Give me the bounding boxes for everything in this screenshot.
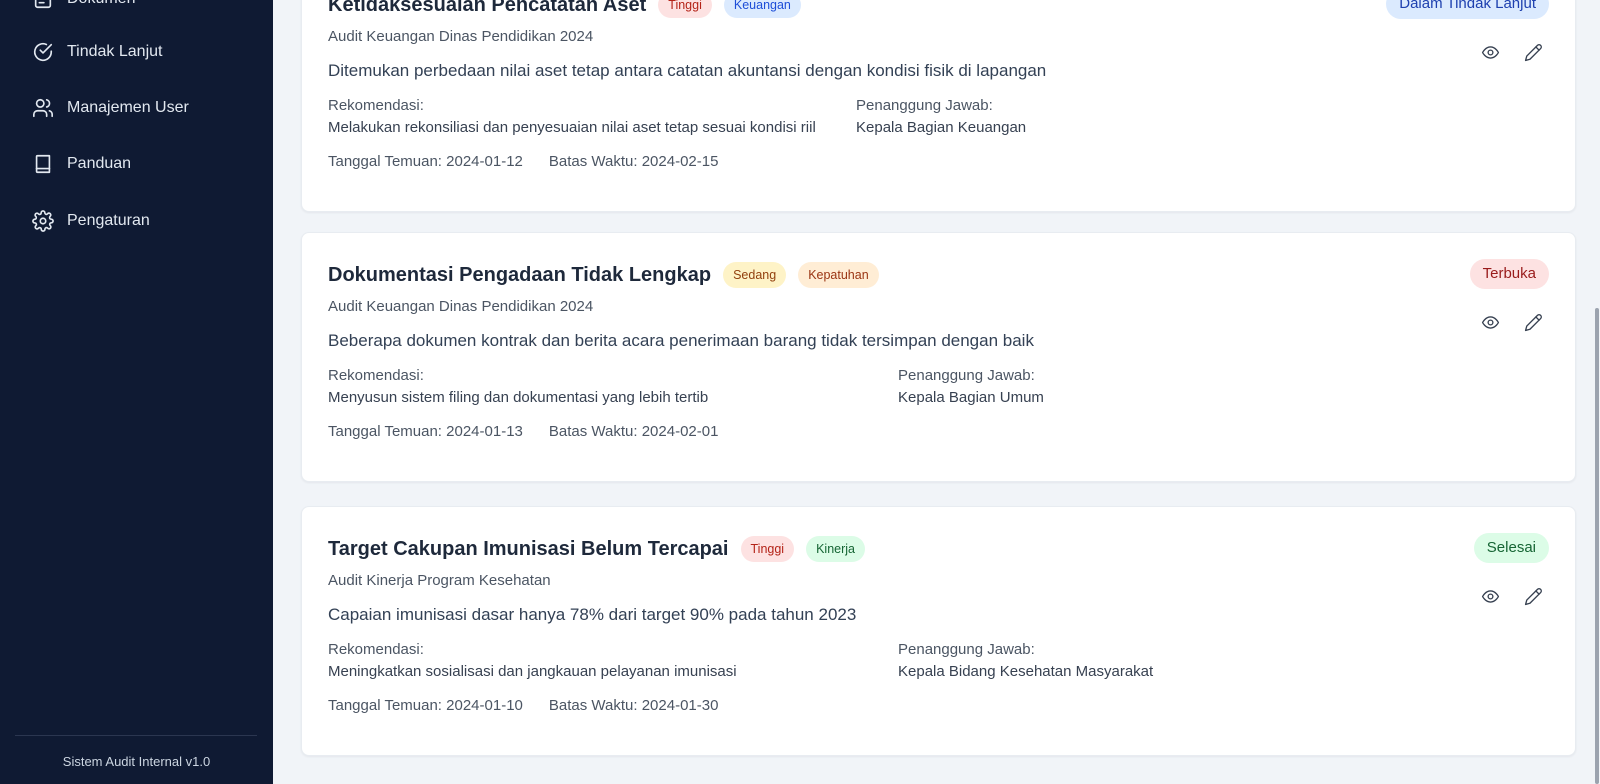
eye-icon <box>1481 45 1499 59</box>
audit-name: Audit Keuangan Dinas Pendidikan 2024 <box>328 28 594 45</box>
scrollbar[interactable] <box>1594 0 1600 784</box>
deadline-date: 2024-02-01 <box>641 423 719 440</box>
eye-icon <box>1481 315 1499 329</box>
book-icon <box>32 153 54 175</box>
sidebar-item-panduan[interactable]: Panduan <box>32 150 131 178</box>
audit-name: Audit Kinerja Program Kesehatan <box>328 572 551 589</box>
view-button[interactable] <box>1478 584 1502 608</box>
sidebar-item-tindak-lanjut[interactable]: Tindak Lanjut <box>32 38 162 66</box>
deadline-label: Batas Waktu: <box>548 697 638 714</box>
edit-button[interactable] <box>1521 310 1545 334</box>
sidebar-item-label: Panduan <box>67 155 132 172</box>
scrollbar-thumb[interactable] <box>1595 308 1599 784</box>
found-date-label: Tanggal Temuan: <box>328 423 442 440</box>
finding-description: Beberapa dokumen kontrak dan berita acar… <box>328 331 1034 350</box>
finding-card: Dokumentasi Pengadaan Tidak Lengkap Seda… <box>301 232 1576 482</box>
document-icon <box>32 0 54 10</box>
category-badge: Keuangan <box>723 0 801 18</box>
finding-title-row: Ketidaksesuaian Pencatatan Aset Tinggi K… <box>328 0 813 19</box>
pencil-icon <box>1524 313 1542 331</box>
recommendation-value: Menyusun sistem filing dan dokumentasi y… <box>328 389 709 406</box>
check-circle-icon <box>32 41 54 63</box>
finding-card: Ketidaksesuaian Pencatatan Aset Tinggi K… <box>301 0 1576 212</box>
recommendation-value: Melakukan rekonsiliasi dan penyesuaian n… <box>328 119 816 136</box>
responsible-value: Kepala Bagian Keuangan <box>856 119 1027 136</box>
responsible-label: Penanggung Jawab: <box>898 367 1035 384</box>
sidebar-item-label: Dokumen <box>67 0 135 8</box>
responsible-label: Penanggung Jawab: <box>898 641 1035 658</box>
found-date: 2024-01-13 <box>446 423 523 440</box>
pencil-icon <box>1524 43 1542 61</box>
finding-title-row: Dokumentasi Pengadaan Tidak Lengkap Seda… <box>328 261 891 289</box>
finding-title: Dokumentasi Pengadaan Tidak Lengkap <box>328 263 712 286</box>
finding-title-row: Target Cakupan Imunisasi Belum Tercapai … <box>328 535 877 563</box>
severity-badge: Tinggi <box>740 536 795 562</box>
responsible-value: Kepala Bidang Kesehatan Masyarakat <box>898 663 1154 680</box>
main-content: Ketidaksesuaian Pencatatan Aset Tinggi K… <box>273 0 1600 784</box>
sidebar-item-label: Manajemen User <box>67 99 189 116</box>
category-badge: Kepatuhan <box>798 262 879 288</box>
sidebar: Dokumen Tindak Lanjut Manajemen User Pan… <box>0 0 273 784</box>
sidebar-item-label: Pengaturan <box>67 212 150 229</box>
finding-dates: Tanggal Temuan: 2024-01-10 Batas Waktu: … <box>328 697 718 714</box>
found-date: 2024-01-10 <box>446 697 523 714</box>
sidebar-item-pengaturan[interactable]: Pengaturan <box>32 207 150 235</box>
responsible-value: Kepala Bagian Umum <box>898 389 1044 406</box>
finding-description: Capaian imunisasi dasar hanya 78% dari t… <box>328 605 857 624</box>
found-date: 2024-01-12 <box>446 153 523 170</box>
finding-description: Ditemukan perbedaan nilai aset tetap ant… <box>328 61 1047 80</box>
view-button[interactable] <box>1478 310 1502 334</box>
deadline-date: 2024-01-30 <box>641 697 719 714</box>
recommendation-label: Rekomendasi: <box>328 367 424 384</box>
status-badge: Terbuka <box>1469 259 1549 289</box>
edit-button[interactable] <box>1521 40 1545 64</box>
found-date-label: Tanggal Temuan: <box>328 697 442 714</box>
sidebar-divider <box>15 735 257 736</box>
status-badge: Dalam Tindak Lanjut <box>1386 0 1549 19</box>
category-badge: Kinerja <box>806 536 866 562</box>
recommendation-value: Meningkatkan sosialisasi dan jangkauan p… <box>328 663 737 680</box>
gear-icon <box>32 210 54 232</box>
recommendation-label: Rekomendasi: <box>328 97 424 114</box>
recommendation-label: Rekomendasi: <box>328 641 424 658</box>
audit-name: Audit Keuangan Dinas Pendidikan 2024 <box>328 298 594 315</box>
finding-dates: Tanggal Temuan: 2024-01-12 Batas Waktu: … <box>328 153 718 170</box>
finding-title: Target Cakupan Imunisasi Belum Tercapai <box>328 537 729 560</box>
deadline-label: Batas Waktu: <box>548 153 638 170</box>
sidebar-item-manajemen-user[interactable]: Manajemen User <box>32 94 189 122</box>
status-badge: Selesai <box>1473 533 1549 563</box>
sidebar-item-dokumen[interactable]: Dokumen <box>32 0 135 13</box>
eye-icon <box>1481 589 1499 603</box>
view-button[interactable] <box>1478 40 1502 64</box>
finding-card: Target Cakupan Imunisasi Belum Tercapai … <box>301 506 1576 756</box>
edit-button[interactable] <box>1521 584 1545 608</box>
responsible-label: Penanggung Jawab: <box>856 97 993 114</box>
finding-dates: Tanggal Temuan: 2024-01-13 Batas Waktu: … <box>328 423 718 440</box>
app-version: Sistem Audit Internal v1.0 <box>62 754 211 769</box>
sidebar-item-label: Tindak Lanjut <box>67 43 163 60</box>
found-date-label: Tanggal Temuan: <box>328 153 442 170</box>
finding-title: Ketidaksesuaian Pencatatan Aset <box>328 0 647 16</box>
deadline-label: Batas Waktu: <box>548 423 638 440</box>
deadline-date: 2024-02-15 <box>641 153 719 170</box>
severity-badge: Sedang <box>723 262 787 288</box>
severity-badge: Tinggi <box>658 0 712 18</box>
pencil-icon <box>1524 587 1542 605</box>
users-icon <box>32 97 54 119</box>
